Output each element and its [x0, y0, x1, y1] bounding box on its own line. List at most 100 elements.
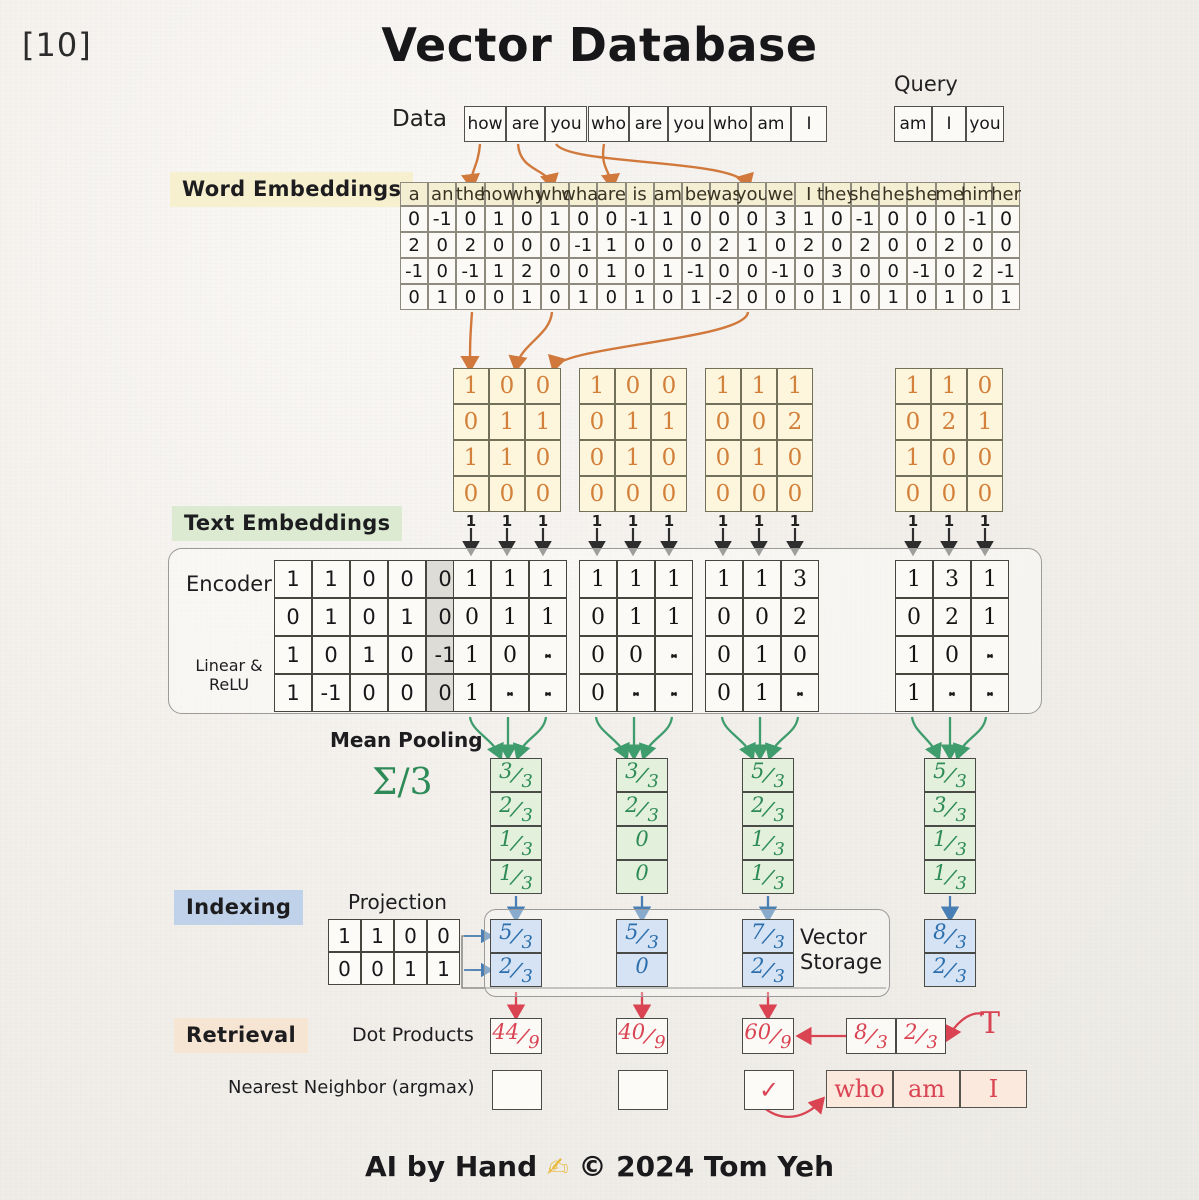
- data-sentence-2: who are you: [588, 106, 710, 142]
- embedding-value-cell: 0: [738, 206, 767, 232]
- matrix-cell: 1: [895, 674, 933, 712]
- token-cell: who: [588, 106, 629, 142]
- matrix-cell: 1: [453, 440, 489, 476]
- mean-pooling-row: 1/3: [490, 860, 542, 894]
- ones-label: 1: [979, 512, 991, 530]
- embedding-value-cell: 0: [569, 206, 598, 232]
- footer-left-text: AI by Hand: [364, 1150, 538, 1183]
- encoder-weight-cell: 1: [274, 674, 312, 712]
- encoder-output-row: 002: [705, 598, 819, 636]
- matrix-cell: 1: [705, 368, 741, 404]
- vector-storage-row: 2/3: [742, 953, 794, 987]
- encoder-weight-cell: 0: [388, 560, 426, 598]
- fraction-cell: 2/3: [742, 953, 794, 987]
- embedding-value-cell: 0: [710, 258, 739, 284]
- embedding-value-cell: 1: [794, 206, 823, 232]
- embedding-value-cell: 2: [963, 258, 992, 284]
- vocabulary-header-cell: what: [561, 182, 606, 206]
- vector-storage-row: 8/3: [924, 919, 976, 953]
- dot-product-row: 40/9: [616, 1018, 668, 1054]
- fraction-cell: 5/3: [490, 919, 542, 953]
- vocabulary-header-cell: her: [991, 182, 1021, 206]
- token-embedding-block-3: 111002010000: [705, 368, 813, 512]
- token-embedding-block-query: 110021100000: [895, 368, 1003, 512]
- embedding-value-cell: -1: [456, 258, 485, 284]
- token-embedding-row: 000: [453, 476, 561, 512]
- mean-pooling-row: 2/3: [616, 792, 668, 826]
- embedding-value-cell: 2: [710, 232, 739, 258]
- matrix-cell: 1: [777, 368, 813, 404]
- encoder-weight-row: 01010: [274, 598, 464, 636]
- vocabulary-header-cell: was: [706, 182, 742, 206]
- nn-box-3[interactable]: ✓: [744, 1070, 794, 1110]
- matrix-cell: 1: [361, 919, 394, 952]
- matrix-cell: 0: [967, 440, 1003, 476]
- matrix-cell: 1: [489, 404, 525, 440]
- fraction-cell: 2/3: [924, 953, 976, 987]
- embedding-value-cell: 1: [653, 258, 682, 284]
- embedding-value-cell: 0: [484, 232, 513, 258]
- matrix-cell: 0: [579, 636, 617, 674]
- matrix-cell: [781, 674, 819, 712]
- token-embedding-row: 000: [705, 476, 813, 512]
- embedding-value-cell: 1: [569, 284, 598, 310]
- section-label-word-embeddings: Word Embeddings: [170, 172, 414, 207]
- matrix-cell: 0: [491, 636, 529, 674]
- matrix-cell: 1: [651, 404, 687, 440]
- query-sentence: am I you: [894, 106, 1004, 142]
- matrix-cell: 0: [361, 952, 394, 985]
- token-embedding-row: 111: [705, 368, 813, 404]
- embedding-value-cell: 0: [907, 284, 936, 310]
- embedding-value-cell: 1: [597, 232, 626, 258]
- mean-pooling-row: 2/3: [742, 792, 794, 826]
- page-title: Vector Database: [381, 18, 818, 72]
- matrix-cell: 0: [895, 404, 931, 440]
- matrix-cell: 1: [967, 404, 1003, 440]
- vector-storage-block-query: 8/3 2/3: [924, 919, 976, 987]
- crossed-out-icon: [667, 643, 681, 668]
- embedding-value-cell: 1: [484, 206, 513, 232]
- nn-box-1[interactable]: [492, 1070, 542, 1110]
- mean-pooling-label: Mean Pooling: [330, 728, 483, 752]
- matrix-cell: 2: [781, 598, 819, 636]
- result-token-cell: who: [826, 1070, 893, 1108]
- embedding-value-cell: 2: [512, 258, 541, 284]
- matrix-cell: [491, 674, 529, 712]
- matrix-cell: 0: [743, 598, 781, 636]
- query-vector-value: 2/3: [896, 1018, 946, 1054]
- dot-product-value: 40/9: [616, 1018, 668, 1054]
- word-embedding-header-row: a an the how why who what are is am be was you we Ithe…: [400, 182, 1021, 206]
- result-token-cell: am: [893, 1070, 960, 1108]
- encoder-output-row: 1: [453, 674, 567, 712]
- vocabulary-header-cell: she: [849, 182, 882, 206]
- matrix-cell: 0: [967, 368, 1003, 404]
- matrix-cell: 0: [579, 476, 615, 512]
- matrix-cell: 1: [529, 560, 567, 598]
- embedding-value-cell: 1: [512, 284, 541, 310]
- token-embedding-row: 002: [705, 404, 813, 440]
- matrix-cell: 1: [895, 636, 933, 674]
- matrix-cell: 1: [655, 598, 693, 636]
- embedding-value-cell: 0: [766, 232, 795, 258]
- linear-relu-label: Linear & ReLU: [195, 656, 263, 695]
- encoder-output-row: 021: [895, 598, 1009, 636]
- embedding-value-cell: -1: [400, 258, 429, 284]
- matrix-cell: 0: [933, 636, 971, 674]
- token-cell: am: [894, 106, 932, 142]
- table-row: 2 0 2 0 0 0 -1 1 0 0 0 2 1 0 2 0 2 0 0 2 0 0: [400, 232, 1021, 258]
- ones-label: 1: [753, 512, 765, 530]
- matrix-cell: 0: [617, 636, 655, 674]
- ones-label: 1: [465, 512, 477, 530]
- embedding-value-cell: 0: [400, 284, 429, 310]
- matrix-cell: 1: [453, 674, 491, 712]
- token-cell: who: [710, 106, 751, 142]
- vector-storage-row: 0: [616, 953, 668, 987]
- token-embedding-row: 011: [453, 404, 561, 440]
- projection-label: Projection: [348, 890, 447, 914]
- matrix-cell: 1: [741, 368, 777, 404]
- crossed-out-icon: [983, 681, 997, 706]
- vocabulary-header-cell: him: [960, 182, 995, 206]
- matrix-cell: 1: [394, 952, 427, 985]
- nn-box-2[interactable]: [618, 1070, 668, 1110]
- matrix-cell: [529, 636, 567, 674]
